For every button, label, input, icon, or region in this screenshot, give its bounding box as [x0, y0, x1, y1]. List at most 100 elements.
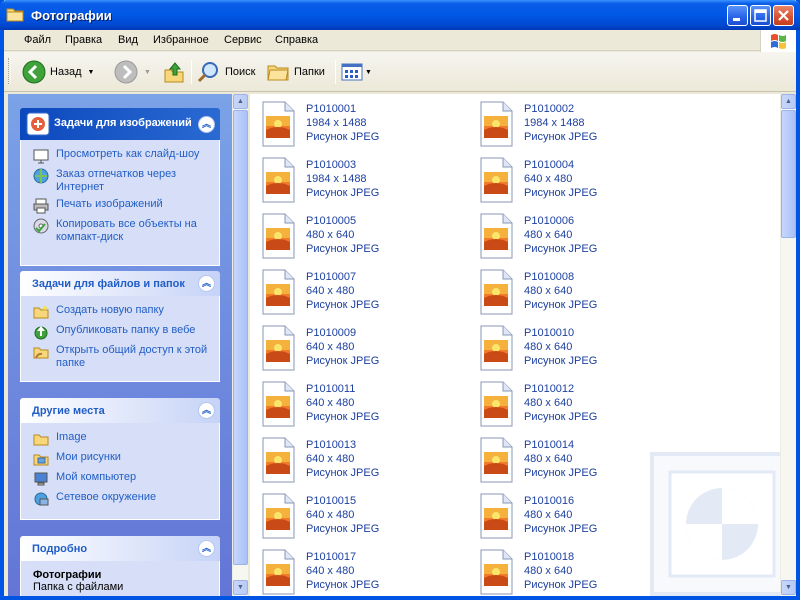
search-button[interactable]: Поиск [197, 58, 255, 86]
file-meta: P1010014 480 x 640 Рисунок JPEG [524, 436, 597, 486]
file-meta: P1010018 480 x 640 Рисунок JPEG [524, 548, 597, 596]
task-slideshow[interactable]: Просмотреть как слайд-шоу [33, 148, 209, 164]
file-dimensions: 1984 x 1488 [524, 117, 585, 129]
close-button[interactable] [773, 5, 794, 26]
task-copy-to-cd[interactable]: Копировать все объекты на компакт-диск [33, 218, 209, 244]
file-item[interactable]: P1010005 480 x 640 Рисунок JPEG [260, 212, 460, 262]
file-item[interactable]: P1010012 480 x 640 Рисунок JPEG [478, 380, 678, 430]
chevron-up-icon[interactable]: ︽ [198, 116, 215, 133]
file-dimensions: 480 x 640 [524, 229, 573, 241]
jpeg-image-icon [260, 268, 296, 316]
menu-favorites[interactable]: Избранное [153, 34, 209, 46]
task-pane-scroll-thumb[interactable] [233, 110, 248, 565]
file-type: Рисунок JPEG [306, 579, 380, 591]
chevron-up-icon[interactable]: ︽ [198, 275, 215, 292]
scroll-up-icon[interactable]: ▲ [781, 94, 796, 109]
file-item[interactable]: P1010018 480 x 640 Рисунок JPEG [478, 548, 678, 596]
up-button[interactable] [163, 58, 185, 86]
forward-arrow-icon [114, 60, 138, 84]
toolbar-separator [335, 60, 336, 84]
other-places-title: Другие места [32, 405, 105, 417]
chevron-up-icon[interactable]: ︽ [198, 540, 215, 557]
file-item[interactable]: P1010017 640 x 480 Рисунок JPEG [260, 548, 460, 596]
details-body: Фотографии Папка с файлами [20, 561, 220, 596]
picture-tasks-icon [26, 112, 50, 136]
jpeg-image-icon [478, 436, 514, 484]
file-item[interactable]: P1010003 1984 x 1488 Рисунок JPEG [260, 156, 460, 206]
jpeg-image-icon [260, 156, 296, 204]
file-item[interactable]: P1010008 480 x 640 Рисунок JPEG [478, 268, 678, 318]
picture-tasks-header[interactable]: Задачи для изображений ︽ [20, 108, 220, 140]
forward-button[interactable]: ▼ [114, 58, 151, 86]
file-name: P1010012 [524, 383, 575, 395]
menu-file[interactable]: Файл [24, 34, 51, 46]
forward-dropdown-icon[interactable]: ▼ [144, 69, 151, 76]
menu-view[interactable]: Вид [118, 34, 138, 46]
details-header[interactable]: Подробно ︽ [20, 536, 220, 561]
picture-tasks-title: Задачи для изображений [54, 117, 192, 129]
file-tasks-panel: Задачи для файлов и папок ︽ Создать нову… [20, 271, 220, 382]
task-pane-scrollbar[interactable]: ▲ ▼ [232, 94, 248, 596]
views-dropdown-icon[interactable]: ▼ [365, 69, 372, 76]
maximize-button[interactable] [750, 5, 771, 26]
other-places-header[interactable]: Другие места ︽ [20, 398, 220, 423]
file-meta: P1010010 480 x 640 Рисунок JPEG [524, 324, 597, 374]
scroll-down-icon[interactable]: ▼ [781, 580, 796, 595]
file-item[interactable]: P1010015 640 x 480 Рисунок JPEG [260, 492, 460, 542]
file-list-view: P1010001 1984 x 1488 Рисунок JPEG P1010002 1… [250, 94, 784, 596]
toolbar-grip[interactable] [8, 58, 11, 84]
place-my-computer[interactable]: Мой компьютер [33, 471, 209, 487]
file-item[interactable]: P1010016 480 x 640 Рисунок JPEG [478, 492, 678, 542]
menu-tools[interactable]: Сервис [224, 34, 262, 46]
file-meta: P1010017 640 x 480 Рисунок JPEG [306, 548, 379, 596]
scroll-up-icon[interactable]: ▲ [233, 94, 248, 109]
jpeg-image-icon [260, 548, 296, 596]
file-item[interactable]: P1010011 640 x 480 Рисунок JPEG [260, 380, 460, 430]
file-item[interactable]: P1010002 1984 x 1488 Рисунок JPEG [478, 100, 678, 150]
file-item[interactable]: P1010013 640 x 480 Рисунок JPEG [260, 436, 460, 486]
file-dimensions: 640 x 480 [306, 285, 355, 297]
back-label: Назад [50, 66, 82, 78]
toolbar-separator [191, 60, 192, 84]
menu-help[interactable]: Справка [275, 34, 318, 46]
file-name: P1010004 [524, 159, 575, 171]
file-item[interactable]: P1010010 480 x 640 Рисунок JPEG [478, 324, 678, 374]
file-item[interactable]: P1010006 480 x 640 Рисунок JPEG [478, 212, 678, 262]
scroll-down-icon[interactable]: ▼ [233, 580, 248, 595]
place-network[interactable]: Сетевое окружение [33, 491, 209, 507]
task-print-images[interactable]: Печать изображений [33, 198, 209, 214]
file-dimensions: 640 x 480 [524, 173, 573, 185]
file-item[interactable]: P1010004 640 x 480 Рисунок JPEG [478, 156, 678, 206]
file-name: P1010005 [306, 215, 357, 227]
file-item[interactable]: P1010009 640 x 480 Рисунок JPEG [260, 324, 460, 374]
back-button[interactable]: Назад ▼ [22, 58, 94, 86]
place-image[interactable]: Image [33, 431, 209, 447]
folders-button[interactable]: Папки [266, 58, 325, 86]
jpeg-image-icon [260, 324, 296, 372]
minimize-button[interactable] [727, 5, 748, 26]
file-meta: P1010006 480 x 640 Рисунок JPEG [524, 212, 597, 262]
file-item[interactable]: P1010014 480 x 640 Рисунок JPEG [478, 436, 678, 486]
task-order-prints[interactable]: Заказ отпечатков через Интернет [33, 168, 209, 194]
file-item[interactable]: P1010007 640 x 480 Рисунок JPEG [260, 268, 460, 318]
content-scroll-thumb[interactable] [781, 110, 796, 238]
file-item[interactable]: P1010001 1984 x 1488 Рисунок JPEG [260, 100, 460, 150]
file-dimensions: 640 x 480 [306, 341, 355, 353]
task-share-folder[interactable]: Открыть общий доступ к этой папке [33, 344, 209, 370]
file-name: P1010010 [524, 327, 575, 339]
back-dropdown-icon[interactable]: ▼ [88, 69, 95, 76]
menu-edit[interactable]: Правка [65, 34, 102, 46]
task-new-folder[interactable]: Создать новую папку [33, 304, 209, 320]
content-scrollbar[interactable]: ▲ ▼ [780, 94, 796, 596]
jpeg-image-icon [478, 156, 514, 204]
views-button[interactable]: ▼ [341, 58, 372, 86]
jpeg-image-icon [478, 268, 514, 316]
chevron-up-icon[interactable]: ︽ [198, 402, 215, 419]
folders-icon [267, 65, 289, 81]
task-publish-web[interactable]: Опубликовать папку в вебе [33, 324, 209, 340]
file-meta: P1010011 640 x 480 Рисунок JPEG [306, 380, 379, 430]
file-tasks-header[interactable]: Задачи для файлов и папок ︽ [20, 271, 220, 296]
file-type: Рисунок JPEG [524, 523, 598, 535]
place-my-pictures[interactable]: Мои рисунки [33, 451, 209, 467]
title-bar[interactable]: Фотографии [0, 0, 800, 30]
